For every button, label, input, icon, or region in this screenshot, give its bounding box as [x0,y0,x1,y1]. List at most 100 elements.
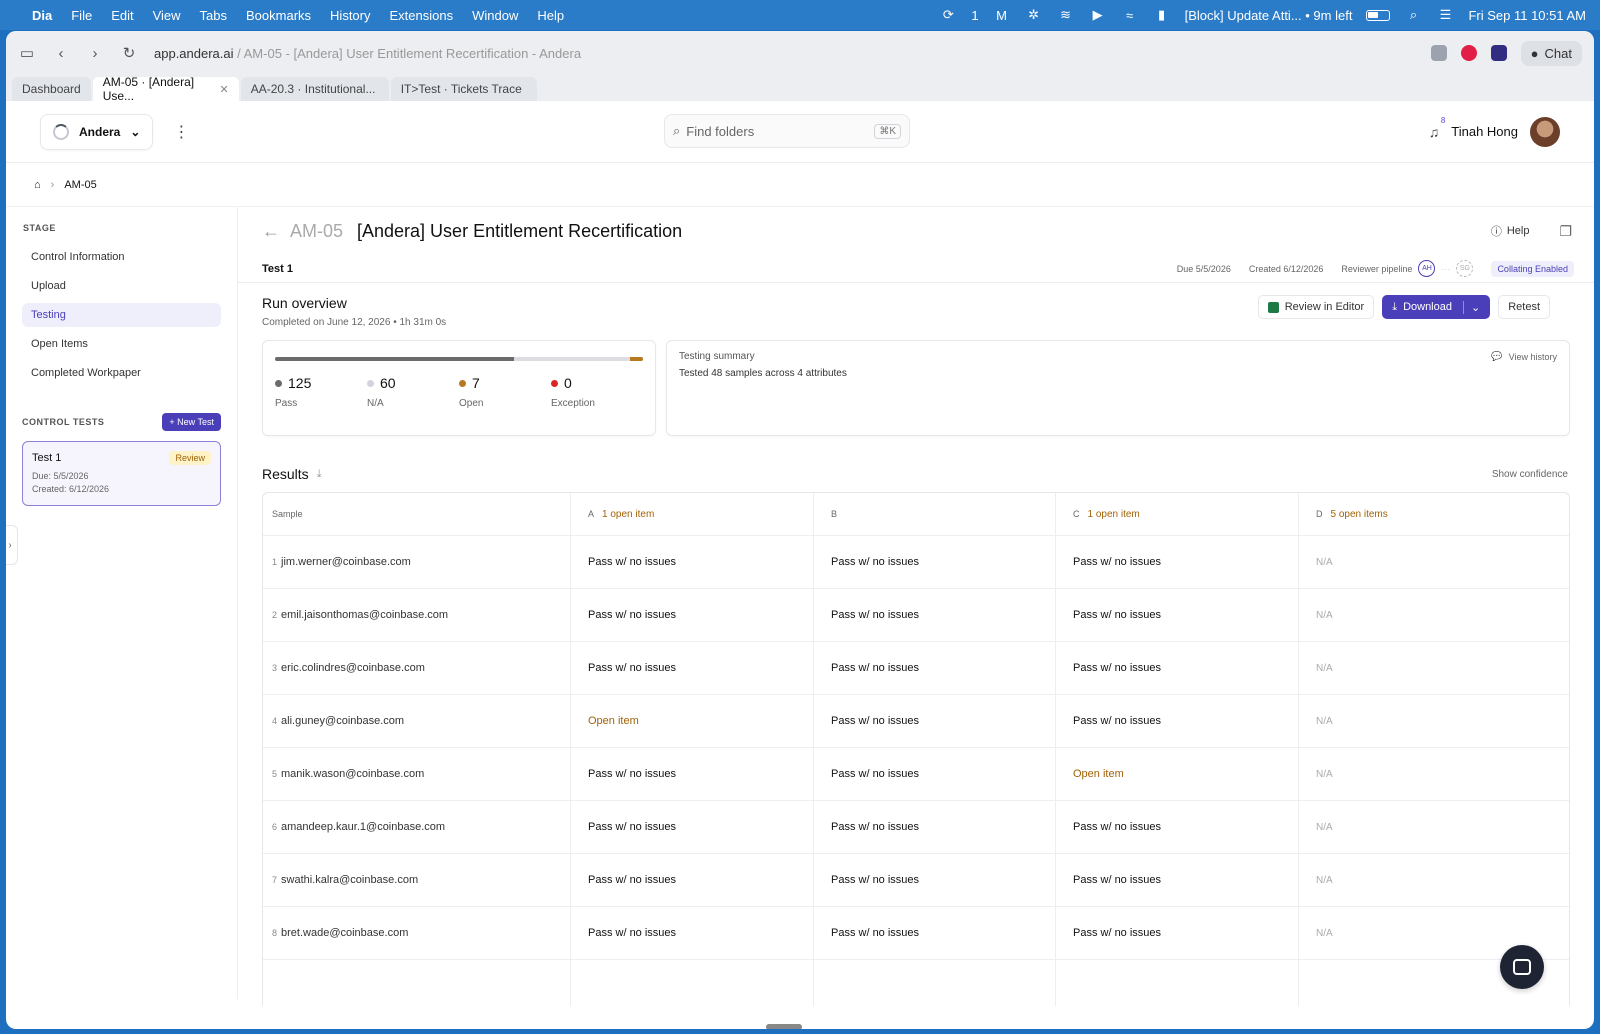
attribute-d-cell[interactable]: N/A [1299,748,1569,800]
attribute-b-cell[interactable]: Pass w/ no issues [814,854,1056,906]
avatar[interactable] [1530,116,1560,147]
notifications-bell-icon[interactable]: ♫ 8 [1429,116,1446,140]
play-icon[interactable]: ▶ [1089,6,1107,24]
back-icon[interactable]: ‹ [52,44,70,62]
attribute-c-cell[interactable]: Pass w/ no issues [1056,801,1299,853]
attribute-a-cell[interactable]: Pass w/ no issues [571,801,814,853]
menu-help[interactable]: Help [537,8,564,23]
stage-testing[interactable]: Testing [22,303,221,327]
attribute-d-cell[interactable]: N/A [1299,801,1569,853]
help-button[interactable]: ⓘ Help [1491,223,1530,239]
sample-cell[interactable]: 2 emil.jaisonthomas@coinbase.com [263,589,571,641]
attribute-c-cell[interactable]: Open item [1056,748,1299,800]
attribute-a-cell[interactable]: Pass w/ no issues [571,536,814,588]
sample-cell[interactable]: 5 manik.wason@coinbase.com [263,748,571,800]
attribute-b-cell[interactable]: Pass w/ no issues [814,907,1056,959]
column-open-count[interactable]: 1 open item [602,509,654,520]
attribute-d-cell[interactable]: N/A [1299,536,1569,588]
tab-aa-20-3[interactable]: AA-20.3 · Institutional... [240,77,389,101]
review-in-editor-button[interactable]: Review in Editor [1257,295,1375,319]
attribute-d-cell[interactable]: N/A [1299,854,1569,906]
test-card[interactable]: Test 1 Review Due: 5/5/2026 Created: 6/1… [22,441,221,506]
table-row[interactable]: 3 eric.colindres@coinbase.com Pass w/ no i… [263,642,1569,695]
download-results-icon[interactable]: ⤓ [317,468,322,481]
menubar-clock[interactable]: Fri Sep 11 10:51 AM [1468,8,1586,23]
tab-am-05[interactable]: AM-05 · [Andera] Use... ✕ [92,75,239,103]
attribute-a-cell[interactable]: Pass w/ no issues [571,907,814,959]
attribute-d-cell[interactable]: N/A [1299,589,1569,641]
stack-icon[interactable]: ≋ [1057,6,1075,24]
sample-cell[interactable]: 7 swathi.kalra@coinbase.com [263,854,571,906]
attribute-c-cell[interactable]: Pass w/ no issues [1056,907,1299,959]
reviewer-avatar-sg[interactable]: SG [1456,260,1474,277]
breadcrumb-current[interactable]: AM-05 [64,179,96,191]
column-header-c[interactable]: C 1 open item [1056,493,1299,535]
table-row[interactable]: 4 ali.guney@coinbase.com Open item Pass w/ … [263,695,1569,748]
menu-view[interactable]: View [153,8,181,23]
wifi-icon[interactable]: ≈ [1121,6,1139,24]
column-header-b[interactable]: B [814,493,1056,535]
retest-button[interactable]: Retest [1498,295,1550,319]
attribute-d-cell[interactable]: N/A [1299,695,1569,747]
audio-bars-icon[interactable]: ▮ [1153,6,1171,24]
new-test-button[interactable]: + New Test [162,413,221,431]
tab-it-test[interactable]: IT>Test · Tickets Trace [390,77,537,101]
attribute-b-cell[interactable]: Pass w/ no issues [814,801,1056,853]
column-header-d[interactable]: D 5 open items [1299,493,1569,535]
expand-panel-chevron-icon[interactable]: › [6,525,18,565]
sample-cell[interactable]: 4 ali.guney@coinbase.com [263,695,571,747]
org-switcher[interactable]: Andera ⌄ [40,113,154,150]
extension-copy-icon[interactable] [1430,45,1447,61]
attribute-a-cell[interactable]: Open item [571,695,814,747]
back-arrow-icon[interactable]: ← [262,221,280,242]
sidebar-toggle-icon[interactable]: ▭ [18,44,36,62]
table-row[interactable]: 2 emil.jaisonthomas@coinbase.com Pass w/ n… [263,589,1569,642]
search-input[interactable]: ⌕ Find folders ⌘K [664,114,910,148]
stage-open-items[interactable]: Open Items [22,332,221,356]
menu-bookmarks[interactable]: Bookmarks [246,8,311,23]
chat-button[interactable]: ● Chat [1520,40,1582,66]
address-bar[interactable]: app.andera.ai / AM-05 - [Andera] User En… [154,46,581,61]
attribute-a-cell[interactable]: Pass w/ no issues [571,854,814,906]
attribute-a-cell[interactable]: Pass w/ no issues [571,642,814,694]
attribute-c-cell[interactable]: Pass w/ no issues [1056,536,1299,588]
battery-icon[interactable] [1366,9,1391,21]
column-open-count[interactable]: 1 open item [1088,509,1140,520]
table-row[interactable]: 8 bret.wade@coinbase.com Pass w/ no issues… [263,907,1569,960]
download-button[interactable]: ⤓ Download ⌄ [1382,295,1491,319]
attribute-c-cell[interactable]: Pass w/ no issues [1056,589,1299,641]
menu-edit[interactable]: Edit [111,8,133,23]
column-header-sample[interactable]: Sample [263,493,571,535]
menu-extensions[interactable]: Extensions [390,8,454,23]
attribute-a-cell[interactable]: Pass w/ no issues [571,589,814,641]
sync-status-icon[interactable]: ⟳ [939,6,957,24]
copy-icon[interactable]: ❐ [1559,223,1572,240]
column-open-count[interactable]: 5 open items [1331,509,1388,520]
attribute-c-cell[interactable]: Pass w/ no issues [1056,642,1299,694]
forward-icon[interactable]: › [86,44,104,62]
table-row[interactable]: 5 manik.wason@coinbase.com Pass w/ no issu… [263,748,1569,801]
attribute-d-cell[interactable]: N/A [1299,642,1569,694]
user-name[interactable]: Tinah Hong [1451,124,1518,139]
tab-dashboard[interactable]: Dashboard [12,77,91,101]
more-options-icon[interactable]: ⋮ [173,122,189,142]
attribute-b-cell[interactable]: Pass w/ no issues [814,695,1056,747]
reload-icon[interactable]: ↻ [120,44,138,62]
menu-window[interactable]: Window [472,8,518,23]
support-chat-button[interactable] [1500,945,1544,989]
stage-upload[interactable]: Upload [22,274,221,298]
view-history-link[interactable]: 💬 View history [1491,351,1557,362]
scroll-handle[interactable] [766,1024,802,1029]
sample-cell[interactable]: 3 eric.colindres@coinbase.com [263,642,571,694]
home-icon[interactable]: ⌂ [34,179,41,191]
stage-completed-workpaper[interactable]: Completed Workpaper [22,361,221,385]
menu-app-name[interactable]: Dia [32,8,52,23]
spotlight-search-icon[interactable]: ⌕ [1404,6,1422,24]
adblock-extension-icon[interactable] [1460,45,1477,61]
table-row[interactable]: 1 jim.werner@coinbase.com Pass w/ no issue… [263,536,1569,589]
menu-tabs[interactable]: Tabs [200,8,227,23]
menu-history[interactable]: History [330,8,370,23]
fan-icon[interactable]: ✲ [1025,6,1043,24]
menu-file[interactable]: File [71,8,92,23]
attribute-b-cell[interactable]: Pass w/ no issues [814,589,1056,641]
